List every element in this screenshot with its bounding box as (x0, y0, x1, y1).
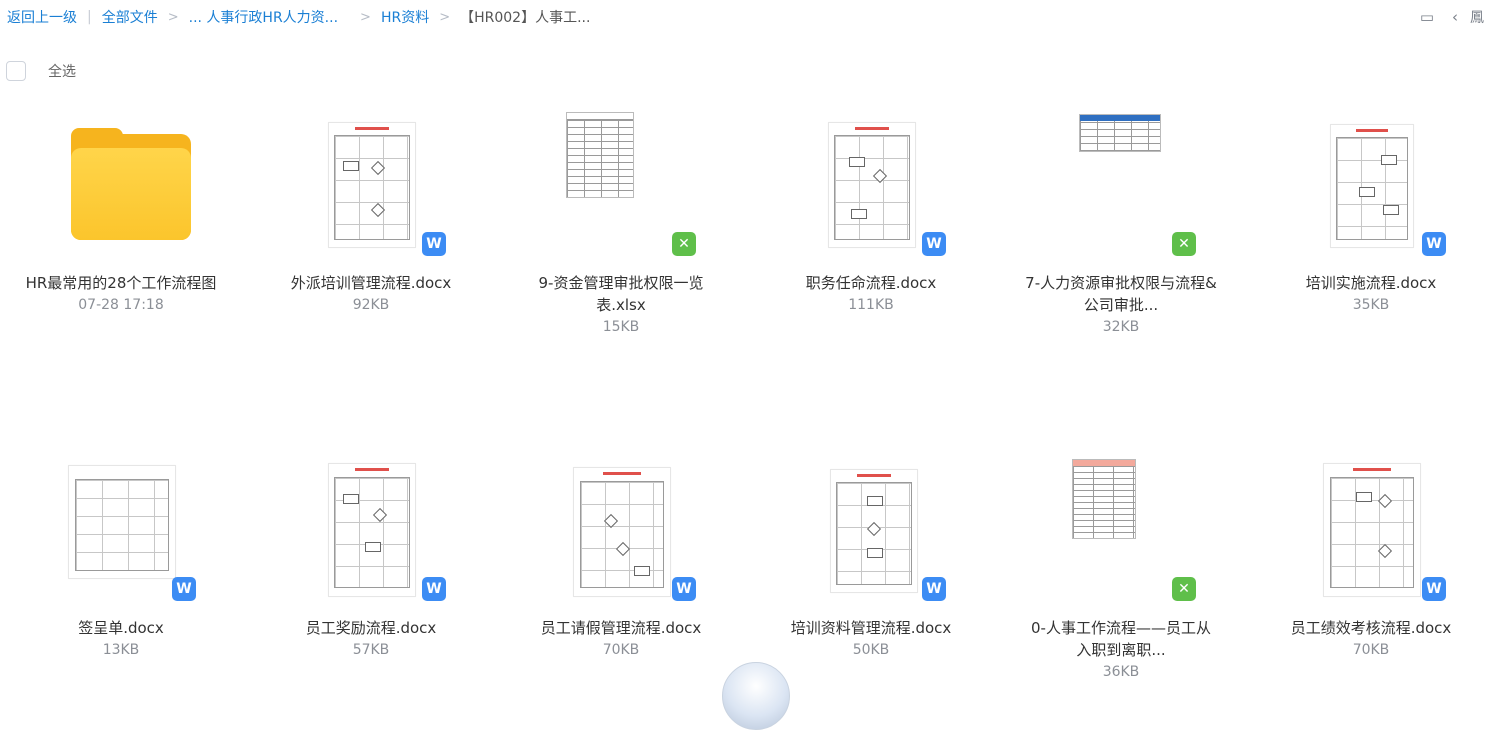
file-meta: 15KB (602, 319, 640, 335)
file-tile[interactable]: HR最常用的28个工作流程图 07-28 17:18 (11, 104, 231, 313)
file-meta: 92KB (352, 297, 390, 313)
excel-file-icon: ✕ (672, 232, 696, 256)
doc-thumbnail: W (261, 449, 481, 601)
file-name: 员工请假管理流程.docx (540, 619, 702, 637)
file-tile[interactable]: W 员工请假管理流程.docx 70KB (511, 449, 731, 658)
sheet-thumbnail: ✕ (1011, 449, 1231, 601)
word-file-icon: W (922, 232, 946, 256)
word-file-icon: W (422, 232, 446, 256)
file-name: 签呈单.docx (78, 619, 164, 637)
file-meta: 35KB (1352, 297, 1390, 313)
file-meta: 13KB (102, 642, 140, 658)
file-tile[interactable]: ✕ 7-人力资源审批权限与流程&公司审批... 32KB (1011, 104, 1231, 335)
file-meta: 50KB (852, 642, 890, 658)
doc-thumbnail: W (261, 104, 481, 256)
doc-thumbnail: W (761, 449, 981, 601)
file-meta: 32KB (1102, 319, 1140, 335)
floating-assistant-button[interactable] (722, 662, 790, 730)
file-name: 0-人事工作流程——员工从入职到离职... (1031, 619, 1211, 659)
word-file-icon: W (672, 577, 696, 601)
file-tile[interactable]: ✕ 0-人事工作流程——员工从入职到离职... 36KB (1011, 449, 1231, 680)
file-tile[interactable]: W 签呈单.docx 13KB (11, 449, 231, 658)
file-name: 9-资金管理审批权限一览表.xlsx (538, 274, 704, 314)
word-file-icon: W (422, 577, 446, 601)
word-file-icon: W (1422, 232, 1446, 256)
word-file-icon: W (1422, 577, 1446, 601)
sheet-thumbnail: ✕ (1011, 104, 1231, 256)
folder-thumbnail (11, 104, 231, 254)
sheet-thumbnail: ✕ (511, 104, 731, 256)
file-tile[interactable]: W 外派培训管理流程.docx 92KB (261, 104, 481, 313)
file-meta: 111KB (848, 297, 894, 313)
file-name: 培训资料管理流程.docx (790, 619, 952, 637)
word-file-icon: W (922, 577, 946, 601)
file-tile[interactable]: W 员工奖励流程.docx 57KB (261, 449, 481, 658)
file-tile[interactable]: ✕ 9-资金管理审批权限一览表.xlsx 15KB (511, 104, 731, 335)
word-file-icon: W (172, 577, 196, 601)
file-tile[interactable]: W 职务任命流程.docx 111KB (761, 104, 981, 313)
doc-thumbnail: W (761, 104, 981, 256)
file-meta: 70KB (602, 642, 640, 658)
file-tile[interactable]: W 培训资料管理流程.docx 50KB (761, 449, 981, 658)
file-name: 员工奖励流程.docx (305, 619, 437, 637)
file-meta: 07-28 17:18 (78, 297, 164, 313)
file-grid: HR最常用的28个工作流程图 07-28 17:18 W 外派培训管理流程.do… (0, 0, 1487, 681)
file-tile[interactable]: W 培训实施流程.docx 35KB (1261, 104, 1481, 313)
doc-thumbnail: W (1261, 449, 1481, 601)
file-name: 外派培训管理流程.docx (290, 274, 452, 292)
file-meta: 70KB (1352, 642, 1390, 658)
file-name: 7-人力资源审批权限与流程&公司审批... (1025, 274, 1217, 314)
file-name: HR最常用的28个工作流程图 (25, 274, 217, 292)
doc-thumbnail: W (11, 449, 231, 601)
doc-thumbnail: W (1261, 104, 1481, 256)
file-name: 员工绩效考核流程.docx (1290, 619, 1452, 637)
file-name: 培训实施流程.docx (1305, 274, 1437, 292)
file-meta: 36KB (1102, 664, 1140, 680)
file-name: 职务任命流程.docx (805, 274, 937, 292)
doc-thumbnail: W (511, 449, 731, 601)
excel-file-icon: ✕ (1172, 577, 1196, 601)
excel-file-icon: ✕ (1172, 232, 1196, 256)
file-tile[interactable]: W 员工绩效考核流程.docx 70KB (1261, 449, 1481, 658)
file-meta: 57KB (352, 642, 390, 658)
